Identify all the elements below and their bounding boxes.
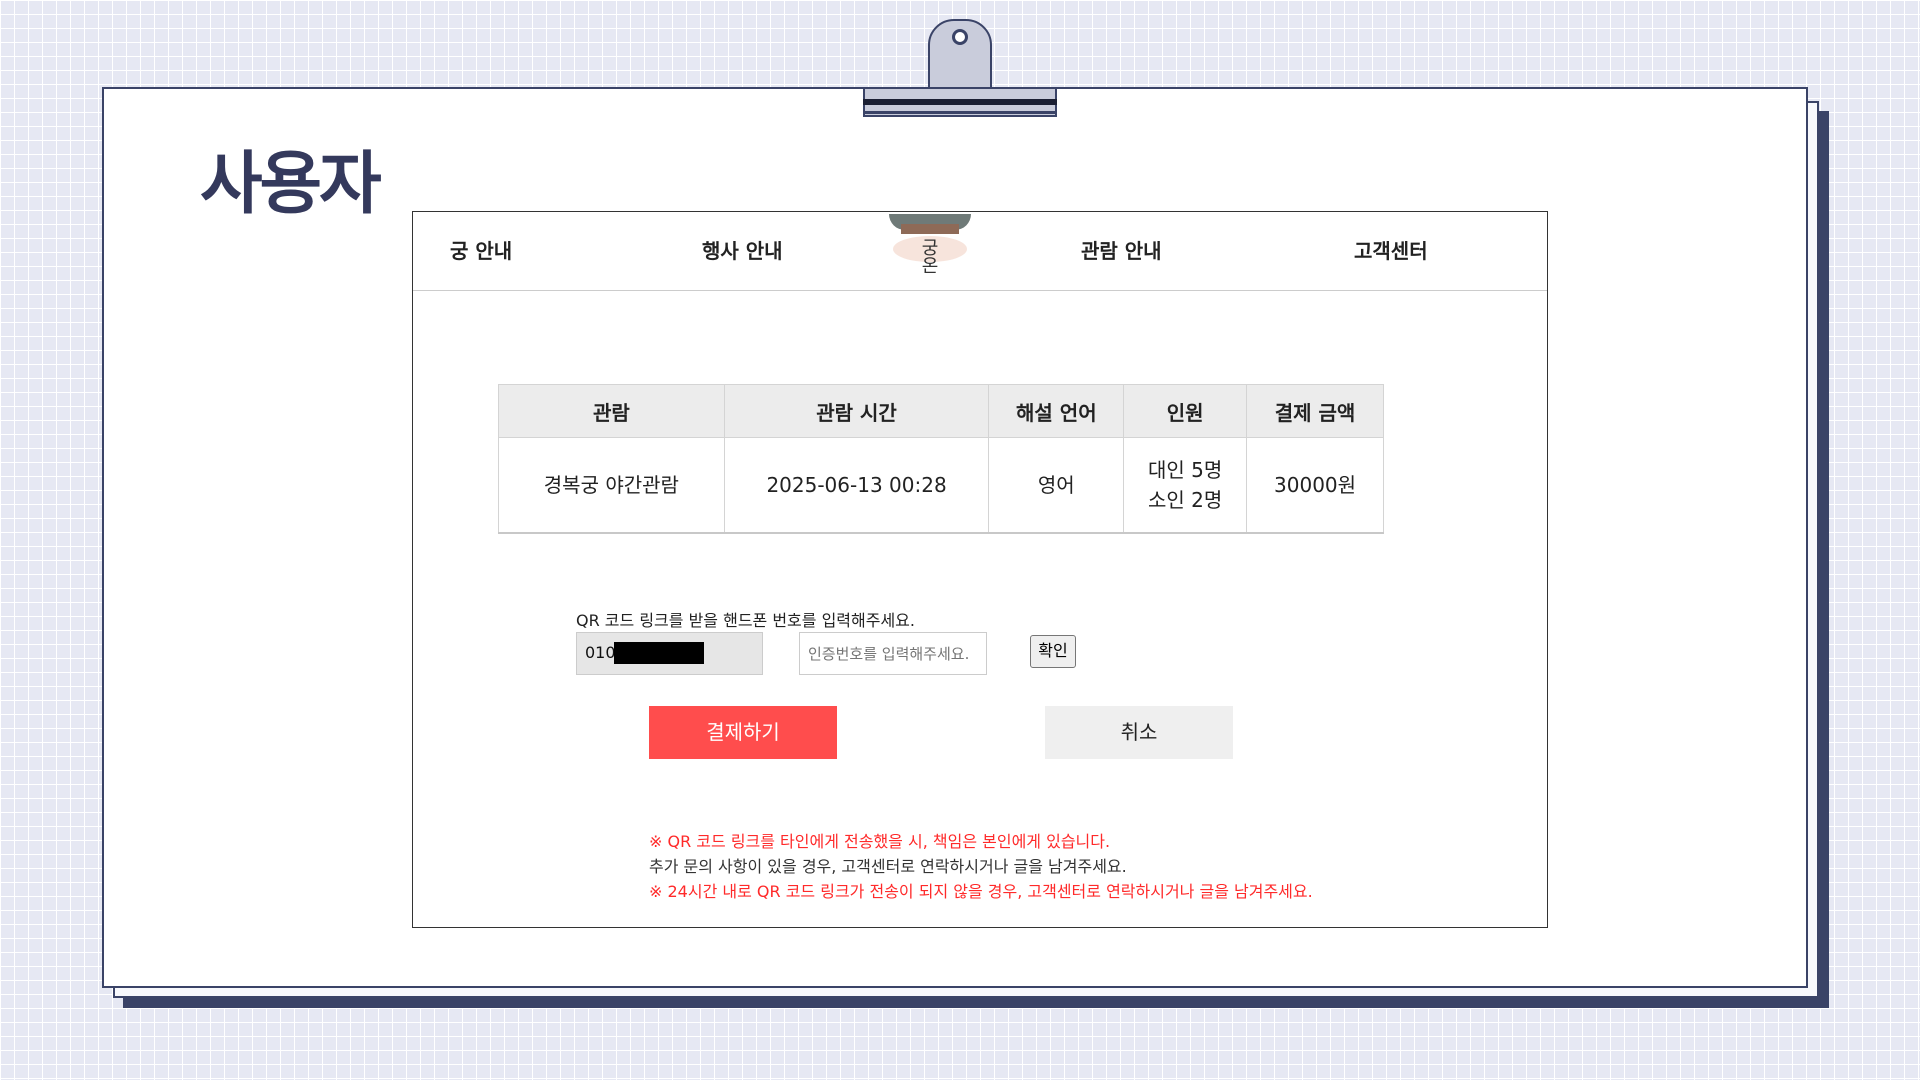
page-title: 사용자 <box>200 145 382 224</box>
column-header: 해설 언어 <box>988 384 1125 438</box>
notice-block: ※ QR 코드 링크를 타인에게 전송했을 시, 책임은 본인에게 있습니다. … <box>649 829 1313 904</box>
confirm-button[interactable]: 확인 <box>1030 635 1076 668</box>
table-row: 경복궁 야간관람 2025-06-13 00:28 영어 대인 5명 소인 2명… <box>498 437 1384 534</box>
verification-code-input[interactable] <box>799 632 987 675</box>
booking-summary-table: 관람 관람 시간 해설 언어 인원 결제 금액 경복궁 야간관람 2025-06… <box>498 384 1384 534</box>
redacted-block <box>614 642 704 664</box>
column-header: 결제 금액 <box>1246 384 1384 438</box>
people-cell: 대인 5명 소인 2명 <box>1123 437 1248 534</box>
nav-item-event-info[interactable]: 행사 안내 <box>702 235 783 264</box>
clip-stripe <box>863 99 1057 105</box>
clip-stripe <box>863 111 1057 114</box>
qr-phone-label: QR 코드 링크를 받을 핸드폰 번호를 입력해주세요. <box>576 611 915 630</box>
nav-item-viewing-info[interactable]: 관람 안내 <box>1081 235 1162 264</box>
booking-window: 궁 안내 행사 안내 궁온 관람 안내 고객센터 관람 관람 시간 해설 언어 … <box>412 211 1548 928</box>
clip-hole <box>952 29 968 45</box>
table-header-row: 관람 관람 시간 해설 언어 인원 결제 금액 <box>498 384 1384 438</box>
tour-time-cell: 2025-06-13 00:28 <box>723 437 990 534</box>
notice-line: ※ 24시간 내로 QR 코드 링크가 전송이 되지 않을 경우, 고객센터로 … <box>649 882 1313 901</box>
amount-cell: 30000원 <box>1246 437 1384 534</box>
column-header: 관람 시간 <box>723 384 990 438</box>
palace-beam-icon <box>901 224 959 234</box>
language-cell: 영어 <box>988 437 1125 534</box>
phone-prefix: 010 <box>585 643 616 662</box>
people-child: 소인 2명 <box>1148 487 1223 512</box>
cancel-button[interactable]: 취소 <box>1045 706 1233 759</box>
people-adult: 대인 5명 <box>1148 457 1223 482</box>
tour-name-cell: 경복궁 야간관람 <box>498 437 725 534</box>
column-header: 인원 <box>1123 384 1248 438</box>
column-header: 관람 <box>498 384 725 438</box>
notice-line: ※ QR 코드 링크를 타인에게 전송했을 시, 책임은 본인에게 있습니다. <box>649 832 1111 851</box>
nav-item-palace-info[interactable]: 궁 안내 <box>450 235 512 264</box>
phone-number-field[interactable]: 010 <box>576 632 763 675</box>
logo-text: 궁온 <box>918 238 939 274</box>
logo[interactable]: 궁온 <box>889 212 971 284</box>
nav-item-customer-center[interactable]: 고객센터 <box>1354 235 1428 264</box>
binder-clip-icon <box>863 19 1057 119</box>
pay-button[interactable]: 결제하기 <box>649 706 837 759</box>
notice-line: 추가 문의 사항이 있을 경우, 고객센터로 연락하시거나 글을 남겨주세요. <box>649 857 1127 876</box>
top-nav: 궁 안내 행사 안내 궁온 관람 안내 고객센터 <box>413 212 1547 291</box>
